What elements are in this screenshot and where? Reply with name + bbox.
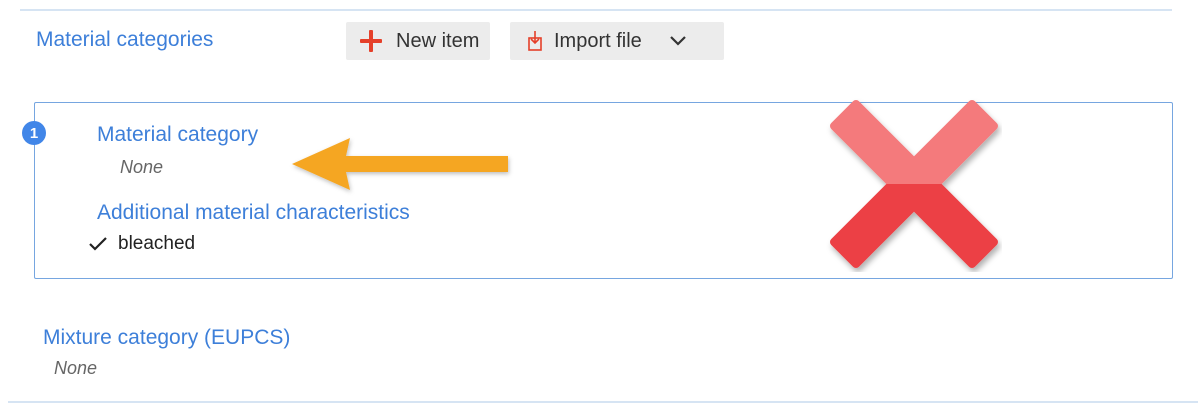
material-category-label: Material category xyxy=(97,123,259,146)
import-file-label: Import file xyxy=(554,29,642,52)
plus-icon xyxy=(360,30,382,52)
section-title: Material categories xyxy=(36,28,214,51)
arrow-left-icon xyxy=(292,138,508,190)
characteristic-text: bleached xyxy=(118,233,196,254)
mixture-category-value: None xyxy=(54,358,98,378)
checkmark-icon xyxy=(89,237,107,251)
additional-characteristics-label: Additional material characteristics xyxy=(97,201,410,224)
item-number-badge: 1 xyxy=(22,121,46,145)
top-divider xyxy=(20,9,1172,11)
import-file-button[interactable]: Import file xyxy=(510,22,724,60)
import-file-icon xyxy=(528,31,542,51)
material-category-value: None xyxy=(120,157,164,177)
new-item-button[interactable]: New item xyxy=(346,22,490,60)
new-item-label: New item xyxy=(396,29,480,52)
characteristic-item: bleached xyxy=(88,233,195,255)
chevron-down-icon[interactable] xyxy=(668,34,688,48)
red-x-icon xyxy=(830,100,998,268)
bottom-divider xyxy=(8,401,1198,403)
mixture-category-label: Mixture category (EUPCS) xyxy=(43,326,291,349)
